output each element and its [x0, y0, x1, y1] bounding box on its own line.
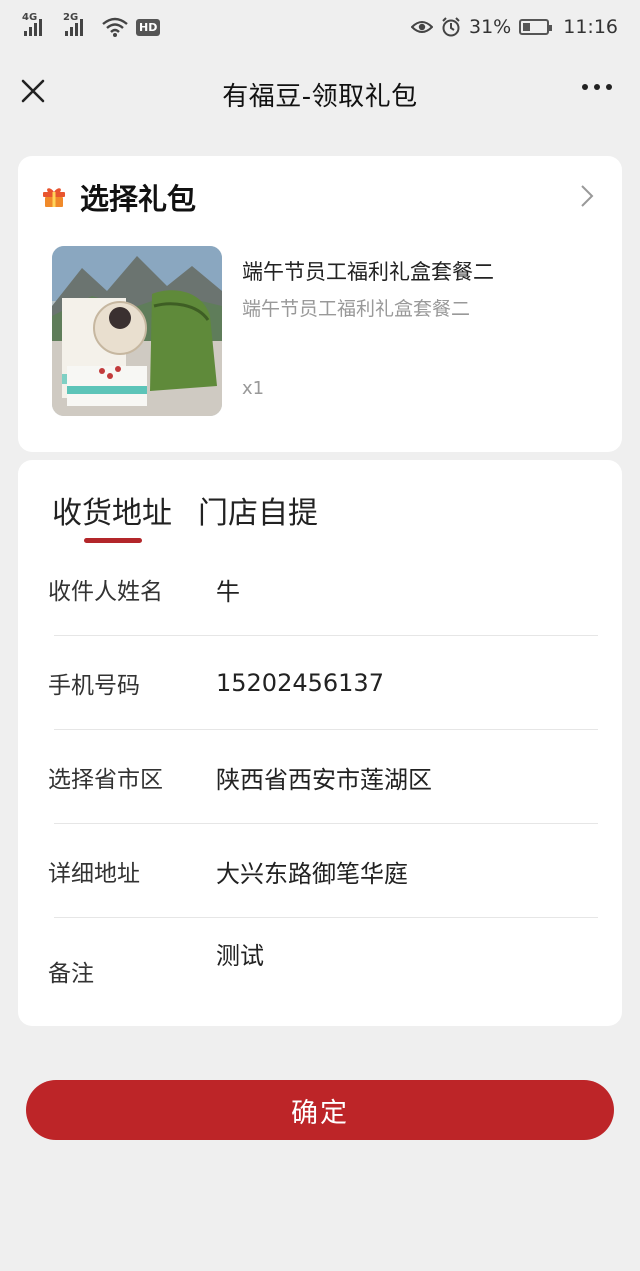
tab-shipping-address[interactable]: 收货地址	[52, 488, 172, 532]
clock: 11:16	[563, 16, 618, 38]
alarm-icon	[442, 17, 460, 37]
gift-header: 选择礼包	[42, 176, 196, 218]
signal-icon: 2G	[63, 12, 88, 36]
note-field[interactable]: 测试	[216, 936, 264, 971]
field-label: 收件人姓名	[48, 579, 163, 605]
page: 4G 2G HD 31% 11:16 有福豆-领取礼包 选择礼包 端午节员工福利…	[0, 0, 640, 1271]
battery-percent: 31%	[469, 16, 512, 38]
product-image	[52, 246, 222, 416]
close-icon[interactable]	[18, 76, 48, 106]
network-type-label: 2G	[63, 12, 79, 23]
network-type-label: 4G	[22, 12, 38, 23]
battery-fill	[523, 23, 531, 31]
detail-address-field[interactable]: 大兴东路御笔华庭	[216, 854, 408, 889]
field-label: 备注	[48, 961, 94, 987]
status-right: 31% 11:16	[411, 16, 618, 38]
wifi-icon	[102, 17, 128, 37]
confirm-button[interactable]: 确定	[26, 1080, 614, 1140]
gift-section-title: 选择礼包	[80, 182, 197, 216]
hd-badge: HD	[136, 18, 161, 36]
address-card: 收货地址 门店自提 收件人姓名 牛 手机号码 15202456137 选择省市区…	[18, 460, 622, 1026]
status-left: 4G 2G HD	[22, 12, 161, 37]
tab-store-pickup[interactable]: 门店自提	[198, 488, 318, 532]
page-title: 有福豆-领取礼包	[222, 81, 418, 112]
product-quantity: x1	[242, 378, 265, 399]
field-label: 详细地址	[48, 861, 140, 887]
nav-bar: 有福豆-领取礼包	[0, 54, 640, 134]
region-row[interactable]: 选择省市区 陕西省西安市莲湖区	[48, 730, 598, 824]
field-label: 手机号码	[48, 673, 140, 699]
product-name: 端午节员工福利礼盒套餐二	[242, 260, 494, 284]
gift-icon	[43, 188, 65, 207]
product-photo	[52, 246, 222, 416]
status-bar: 4G 2G HD 31% 11:16	[0, 0, 640, 54]
battery-icon	[519, 19, 553, 35]
product-subtitle: 端午节员工福利礼盒套餐二	[242, 298, 471, 320]
eye-icon	[411, 21, 433, 33]
phone-field[interactable]: 15202456137	[216, 669, 384, 697]
gift-package-card[interactable]: 选择礼包 端午节员工福利礼盒套餐二 端午节员工福利礼盒套餐二 x1	[18, 156, 622, 452]
field-label: 选择省市区	[48, 767, 163, 793]
note-row[interactable]: 备注 测试	[48, 918, 598, 1012]
region-select[interactable]: 陕西省西安市莲湖区	[216, 760, 432, 795]
phone-row[interactable]: 手机号码 15202456137	[48, 636, 598, 730]
recipient-name-field[interactable]: 牛	[216, 572, 240, 607]
detail-address-row[interactable]: 详细地址 大兴东路御笔华庭	[48, 824, 598, 918]
chevron-right-icon[interactable]	[580, 184, 594, 208]
signal-icon: 4G	[22, 12, 47, 36]
more-icon[interactable]	[582, 84, 612, 90]
delivery-tabs: 收货地址 门店自提	[52, 488, 318, 532]
recipient-name-row[interactable]: 收件人姓名 牛	[48, 542, 598, 636]
